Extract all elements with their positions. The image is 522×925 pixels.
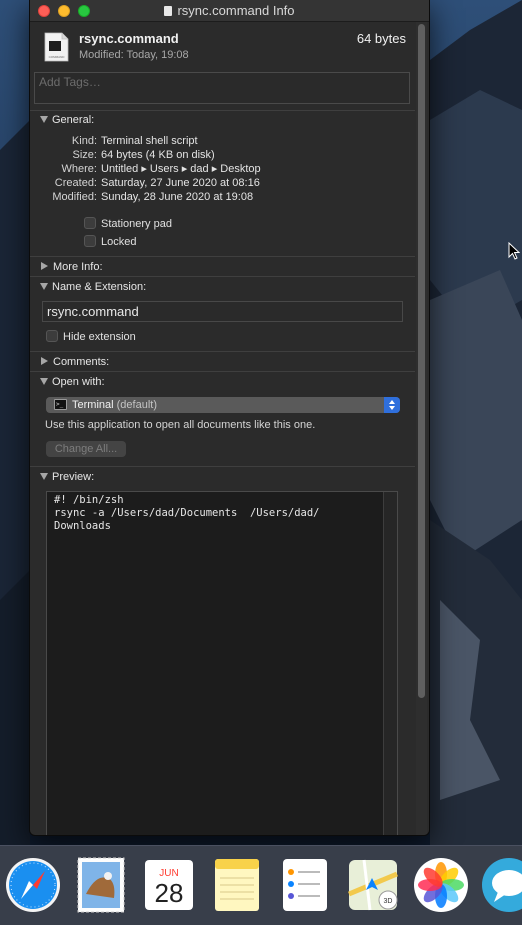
info-window: rsync.command Info COMMAND rsync.command…: [29, 0, 430, 836]
section-preview-title: Preview:: [52, 471, 95, 483]
disclosure-open-icon[interactable]: [40, 116, 48, 123]
info-value: Untitled ▸ Users ▸ dad ▸ Desktop: [101, 163, 261, 175]
hide-extension-checkbox[interactable]: [46, 330, 58, 342]
divider: [30, 351, 415, 352]
file-name: rsync.command: [79, 31, 179, 46]
info-row-created: Created: Saturday, 27 June 2020 at 08:16: [30, 176, 330, 190]
section-general-title: General:: [52, 114, 95, 126]
messages-icon[interactable]: [480, 854, 522, 916]
disclosure-open-icon[interactable]: [40, 283, 48, 290]
section-open-with[interactable]: Open with:: [40, 376, 105, 388]
notes-icon[interactable]: [208, 854, 266, 916]
window-title-text: rsync.command Info: [177, 3, 295, 18]
open-with-description: Use this application to open all documen…: [45, 419, 316, 431]
info-key: Kind:: [71, 135, 97, 147]
info-value: Sunday, 28 June 2020 at 19:08: [101, 191, 254, 203]
section-more-info[interactable]: More Info:: [40, 261, 103, 273]
info-row-where: Where: Untitled ▸ Users ▸ dad ▸ Desktop: [30, 162, 330, 176]
stationery-pad-checkbox[interactable]: [84, 217, 96, 229]
maps-3d-badge: 3D: [384, 898, 393, 905]
preview-pane[interactable]: #! /bin/zsh rsync -a /Users/dad/Document…: [46, 491, 398, 835]
stationery-pad-row[interactable]: Stationery pad: [84, 217, 172, 230]
reminders-icon[interactable]: [276, 854, 334, 916]
mail-icon[interactable]: [72, 854, 130, 916]
section-open-with-title: Open with:: [52, 376, 105, 388]
maps-icon[interactable]: 3D: [344, 854, 402, 916]
name-field[interactable]: rsync.command: [42, 301, 403, 322]
divider: [30, 256, 415, 257]
tags-field[interactable]: Add Tags…: [34, 72, 410, 104]
change-all-button[interactable]: Change All...: [46, 441, 126, 457]
open-with-app-name: Terminal: [72, 399, 114, 411]
command-file-icon: COMMAND: [44, 32, 69, 62]
popup-stepper-icon[interactable]: [384, 397, 400, 413]
scrollbar-thumb[interactable]: [418, 24, 425, 698]
disclosure-open-icon[interactable]: [40, 473, 48, 480]
hide-extension-row[interactable]: Hide extension: [46, 330, 136, 343]
locked-checkbox[interactable]: [84, 235, 96, 247]
info-row-modified: Modified: Sunday, 28 June 2020 at 19:08: [30, 190, 330, 204]
divider: [30, 466, 415, 467]
locked-row[interactable]: Locked: [84, 235, 136, 248]
preview-scrollbar[interactable]: [383, 492, 397, 835]
divider: [30, 371, 415, 372]
info-value: Terminal shell script: [101, 135, 198, 147]
open-with-popup[interactable]: Terminal (default): [46, 397, 400, 413]
safari-icon[interactable]: [4, 854, 62, 916]
icon-label: COMMAND: [49, 55, 66, 59]
info-key: Where:: [61, 163, 97, 175]
photos-icon[interactable]: [412, 854, 470, 916]
info-value: 64 bytes (4 KB on disk): [101, 149, 215, 161]
stationery-pad-label: Stationery pad: [101, 218, 172, 230]
divider: [30, 110, 415, 111]
divider: [30, 276, 415, 277]
disclosure-closed-icon[interactable]: [41, 262, 48, 270]
section-more-info-title: More Info:: [53, 261, 103, 273]
info-value: Saturday, 27 June 2020 at 08:16: [101, 177, 260, 189]
title-bar[interactable]: rsync.command Info: [30, 0, 429, 22]
info-key: Size:: [72, 149, 97, 161]
info-key: Created:: [54, 177, 97, 189]
info-row-size: Size: 64 bytes (4 KB on disk): [30, 148, 330, 162]
dock: JUN 28 3D: [0, 845, 522, 925]
window-scrollbar[interactable]: [416, 22, 427, 835]
disclosure-open-icon[interactable]: [40, 378, 48, 385]
section-comments[interactable]: Comments:: [40, 356, 109, 368]
file-size: 64 bytes: [356, 31, 406, 46]
modified-summary: Modified: Today, 19:08: [79, 49, 189, 61]
locked-label: Locked: [101, 236, 137, 248]
hide-extension-label: Hide extension: [63, 331, 136, 343]
open-with-default-tag: (default): [116, 399, 157, 411]
section-name-extension[interactable]: Name & Extension:: [40, 281, 146, 293]
section-name-extension-title: Name & Extension:: [52, 281, 147, 293]
mouse-cursor-icon: [508, 242, 520, 260]
info-row-kind: Kind: Terminal shell script: [30, 134, 330, 148]
section-preview[interactable]: Preview:: [40, 471, 94, 483]
window-title: rsync.command Info: [30, 3, 429, 18]
disclosure-closed-icon[interactable]: [41, 357, 48, 365]
section-comments-title: Comments:: [53, 356, 110, 368]
terminal-app-icon: [54, 397, 67, 413]
preview-text: #! /bin/zsh rsync -a /Users/dad/Document…: [54, 494, 320, 532]
calendar-icon[interactable]: JUN 28: [140, 854, 198, 916]
section-general[interactable]: General:: [40, 114, 94, 126]
document-icon: [164, 6, 173, 16]
info-key: Modified:: [52, 191, 97, 203]
calendar-day: 28: [155, 878, 184, 908]
